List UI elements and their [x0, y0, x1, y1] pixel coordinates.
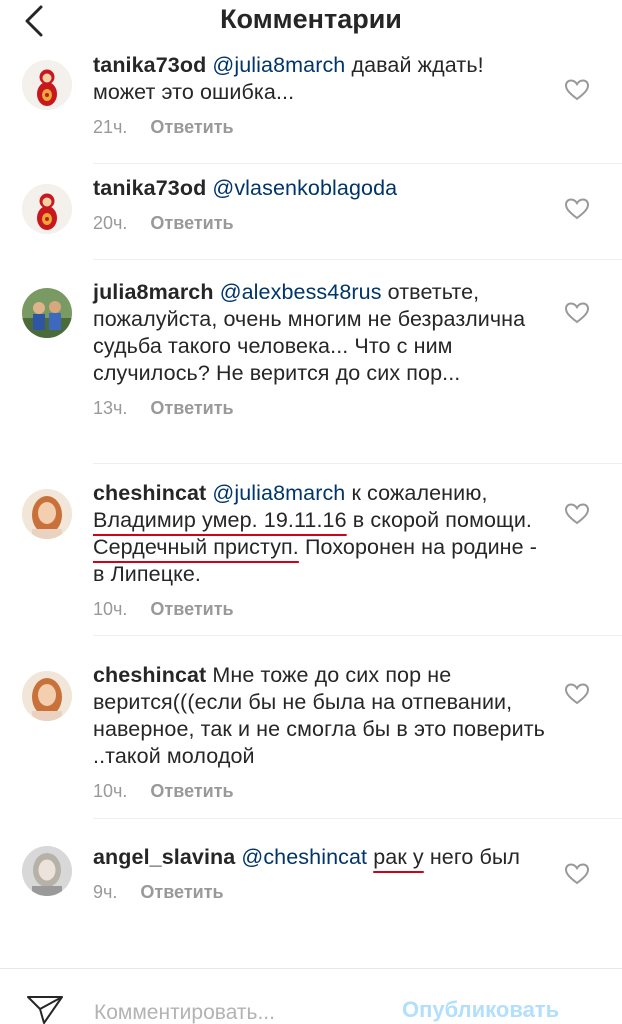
- blonde-woman-avatar-icon: [22, 846, 72, 896]
- reply-button[interactable]: Ответить: [150, 779, 233, 803]
- comment-meta: 9ч. Ответить: [93, 880, 548, 904]
- reply-button[interactable]: Ответить: [150, 396, 233, 420]
- comment-username[interactable]: angel_slavina: [93, 845, 235, 869]
- avatar[interactable]: [22, 671, 72, 721]
- comment-meta: 20ч. Ответить: [93, 211, 548, 235]
- comment-mention[interactable]: @vlasenkoblagoda: [212, 176, 397, 200]
- comment-divider: [93, 163, 622, 164]
- avatar[interactable]: [22, 489, 72, 539]
- avatar[interactable]: [22, 184, 72, 234]
- comment-meta: 10ч. Ответить: [93, 779, 548, 803]
- comment-divider: [93, 463, 622, 464]
- heart-icon[interactable]: [564, 862, 590, 886]
- comment-time: 13ч.: [93, 398, 128, 418]
- page-title: Комментарии: [220, 4, 402, 34]
- avatar[interactable]: [22, 288, 72, 338]
- comment-mention[interactable]: @julia8march: [212, 481, 345, 505]
- matryoshka-avatar-icon: [22, 60, 72, 110]
- comment-time: 21ч.: [93, 117, 128, 137]
- heart-icon[interactable]: [564, 682, 590, 706]
- comment-input[interactable]: [94, 999, 384, 1024]
- comments-list[interactable]: tanika73od @julia8march давай ждать! мож…: [0, 44, 622, 968]
- comment-meta: 10ч. Ответить: [93, 597, 548, 621]
- reply-button[interactable]: Ответить: [150, 211, 233, 235]
- comment-username[interactable]: tanika73od: [93, 176, 206, 200]
- avatar[interactable]: [22, 846, 72, 896]
- comment-time: 10ч.: [93, 781, 128, 801]
- publish-button[interactable]: Опубликовать: [402, 997, 559, 1023]
- reply-button[interactable]: Ответить: [150, 597, 233, 621]
- comment-username[interactable]: julia8march: [93, 280, 214, 304]
- heart-icon[interactable]: [564, 78, 590, 102]
- heart-icon[interactable]: [564, 502, 590, 526]
- comment-mention[interactable]: @julia8march: [212, 53, 345, 77]
- comment-username[interactable]: cheshincat: [93, 663, 206, 687]
- comment-time: 9ч.: [93, 882, 118, 902]
- paper-plane-icon[interactable]: [26, 993, 66, 1024]
- comment-meta: 13ч. Ответить: [93, 396, 548, 420]
- underlined-text: Владимир умер. 19.11.16: [93, 508, 347, 532]
- kids-photo-avatar-icon: [22, 288, 72, 338]
- comment-composer: Опубликовать: [0, 968, 622, 1024]
- heart-icon[interactable]: [564, 197, 590, 221]
- comment-time: 20ч.: [93, 213, 128, 233]
- comment-divider: [93, 259, 622, 260]
- comment-meta: 21ч. Ответить: [93, 115, 548, 139]
- comment-text: него был: [423, 845, 521, 869]
- avatar[interactable]: [22, 60, 72, 110]
- comment-divider: [93, 635, 622, 636]
- header-bar: Комментарии: [0, 0, 622, 44]
- comment-divider: [93, 818, 622, 819]
- reply-button[interactable]: Ответить: [140, 880, 223, 904]
- underlined-text: Сердечный приступ.: [93, 535, 299, 559]
- red-hair-woman-avatar-icon: [22, 489, 72, 539]
- comment-text: в скорой помощи.: [346, 508, 533, 532]
- underlined-text: рак у: [373, 845, 424, 869]
- comment-text: к сожалению,: [345, 481, 488, 505]
- matryoshka-avatar-icon: [22, 184, 72, 234]
- heart-icon[interactable]: [564, 301, 590, 325]
- comment-username[interactable]: cheshincat: [93, 481, 206, 505]
- red-hair-woman-avatar-icon: [22, 671, 72, 721]
- comment-username[interactable]: tanika73od: [93, 53, 206, 77]
- comment-mention[interactable]: @cheshincat: [241, 845, 367, 869]
- comment-time: 10ч.: [93, 599, 128, 619]
- reply-button[interactable]: Ответить: [150, 115, 233, 139]
- comment-mention[interactable]: @alexbess48rus: [220, 280, 382, 304]
